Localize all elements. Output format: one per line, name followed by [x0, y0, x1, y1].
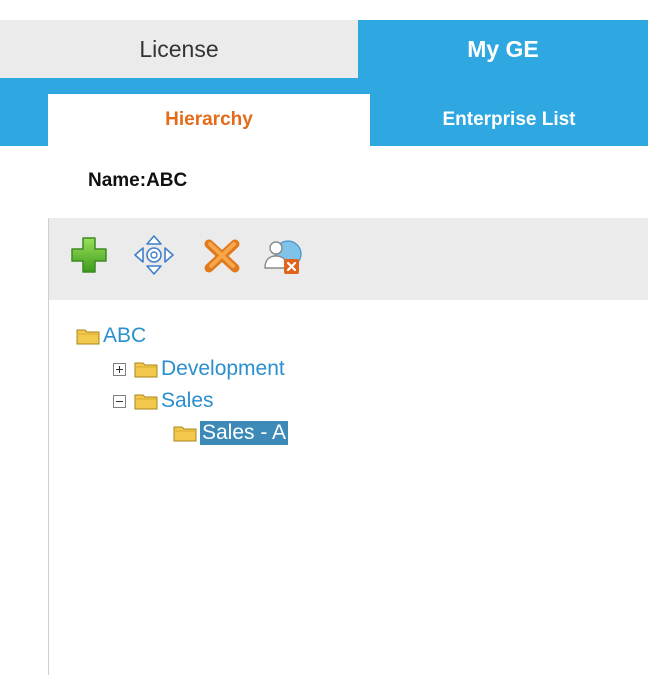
hierarchy-tree: ABC Development Sales Sales - A — [49, 300, 648, 675]
add-node-button[interactable] — [66, 232, 112, 278]
delete-node-button[interactable] — [199, 232, 245, 278]
delete-x-icon — [204, 239, 240, 273]
tab-license[interactable]: License — [0, 20, 358, 78]
collapse-toggle-icon[interactable] — [113, 394, 126, 408]
move-node-button[interactable] — [131, 232, 177, 278]
tree-node-label[interactable]: Sales — [161, 389, 214, 413]
tree-node-development[interactable]: Development — [113, 355, 285, 383]
expand-toggle-icon[interactable] — [113, 362, 126, 376]
add-icon — [71, 237, 107, 273]
primary-tab-bar: License My GE — [0, 20, 648, 78]
tree-node-label[interactable]: ABC — [103, 324, 146, 348]
folder-icon — [76, 329, 100, 345]
hierarchy-panel: ABC Development Sales Sales - A — [48, 218, 648, 675]
tree-node-sales-a[interactable]: Sales - A — [173, 419, 289, 447]
tree-node-sales[interactable]: Sales — [113, 387, 214, 415]
tab-enterprise-list[interactable]: Enterprise List — [370, 94, 648, 146]
move-arrows-icon — [134, 235, 174, 275]
hierarchy-toolbar — [49, 218, 648, 300]
entity-name-label: Name:ABC — [88, 170, 188, 191]
folder-icon — [173, 426, 197, 442]
remove-user-button[interactable] — [259, 232, 305, 278]
tree-node-label[interactable]: Development — [161, 357, 285, 381]
remove-user-icon — [264, 240, 302, 274]
secondary-tab-bar: Hierarchy Enterprise List — [0, 78, 648, 146]
tree-node-root[interactable]: ABC — [76, 322, 146, 350]
folder-icon — [134, 362, 158, 378]
tab-my-ge[interactable]: My GE — [358, 20, 648, 78]
tab-hierarchy[interactable]: Hierarchy — [48, 94, 370, 146]
folder-icon — [134, 394, 158, 410]
tree-node-label-selected[interactable]: Sales - A — [200, 421, 289, 445]
